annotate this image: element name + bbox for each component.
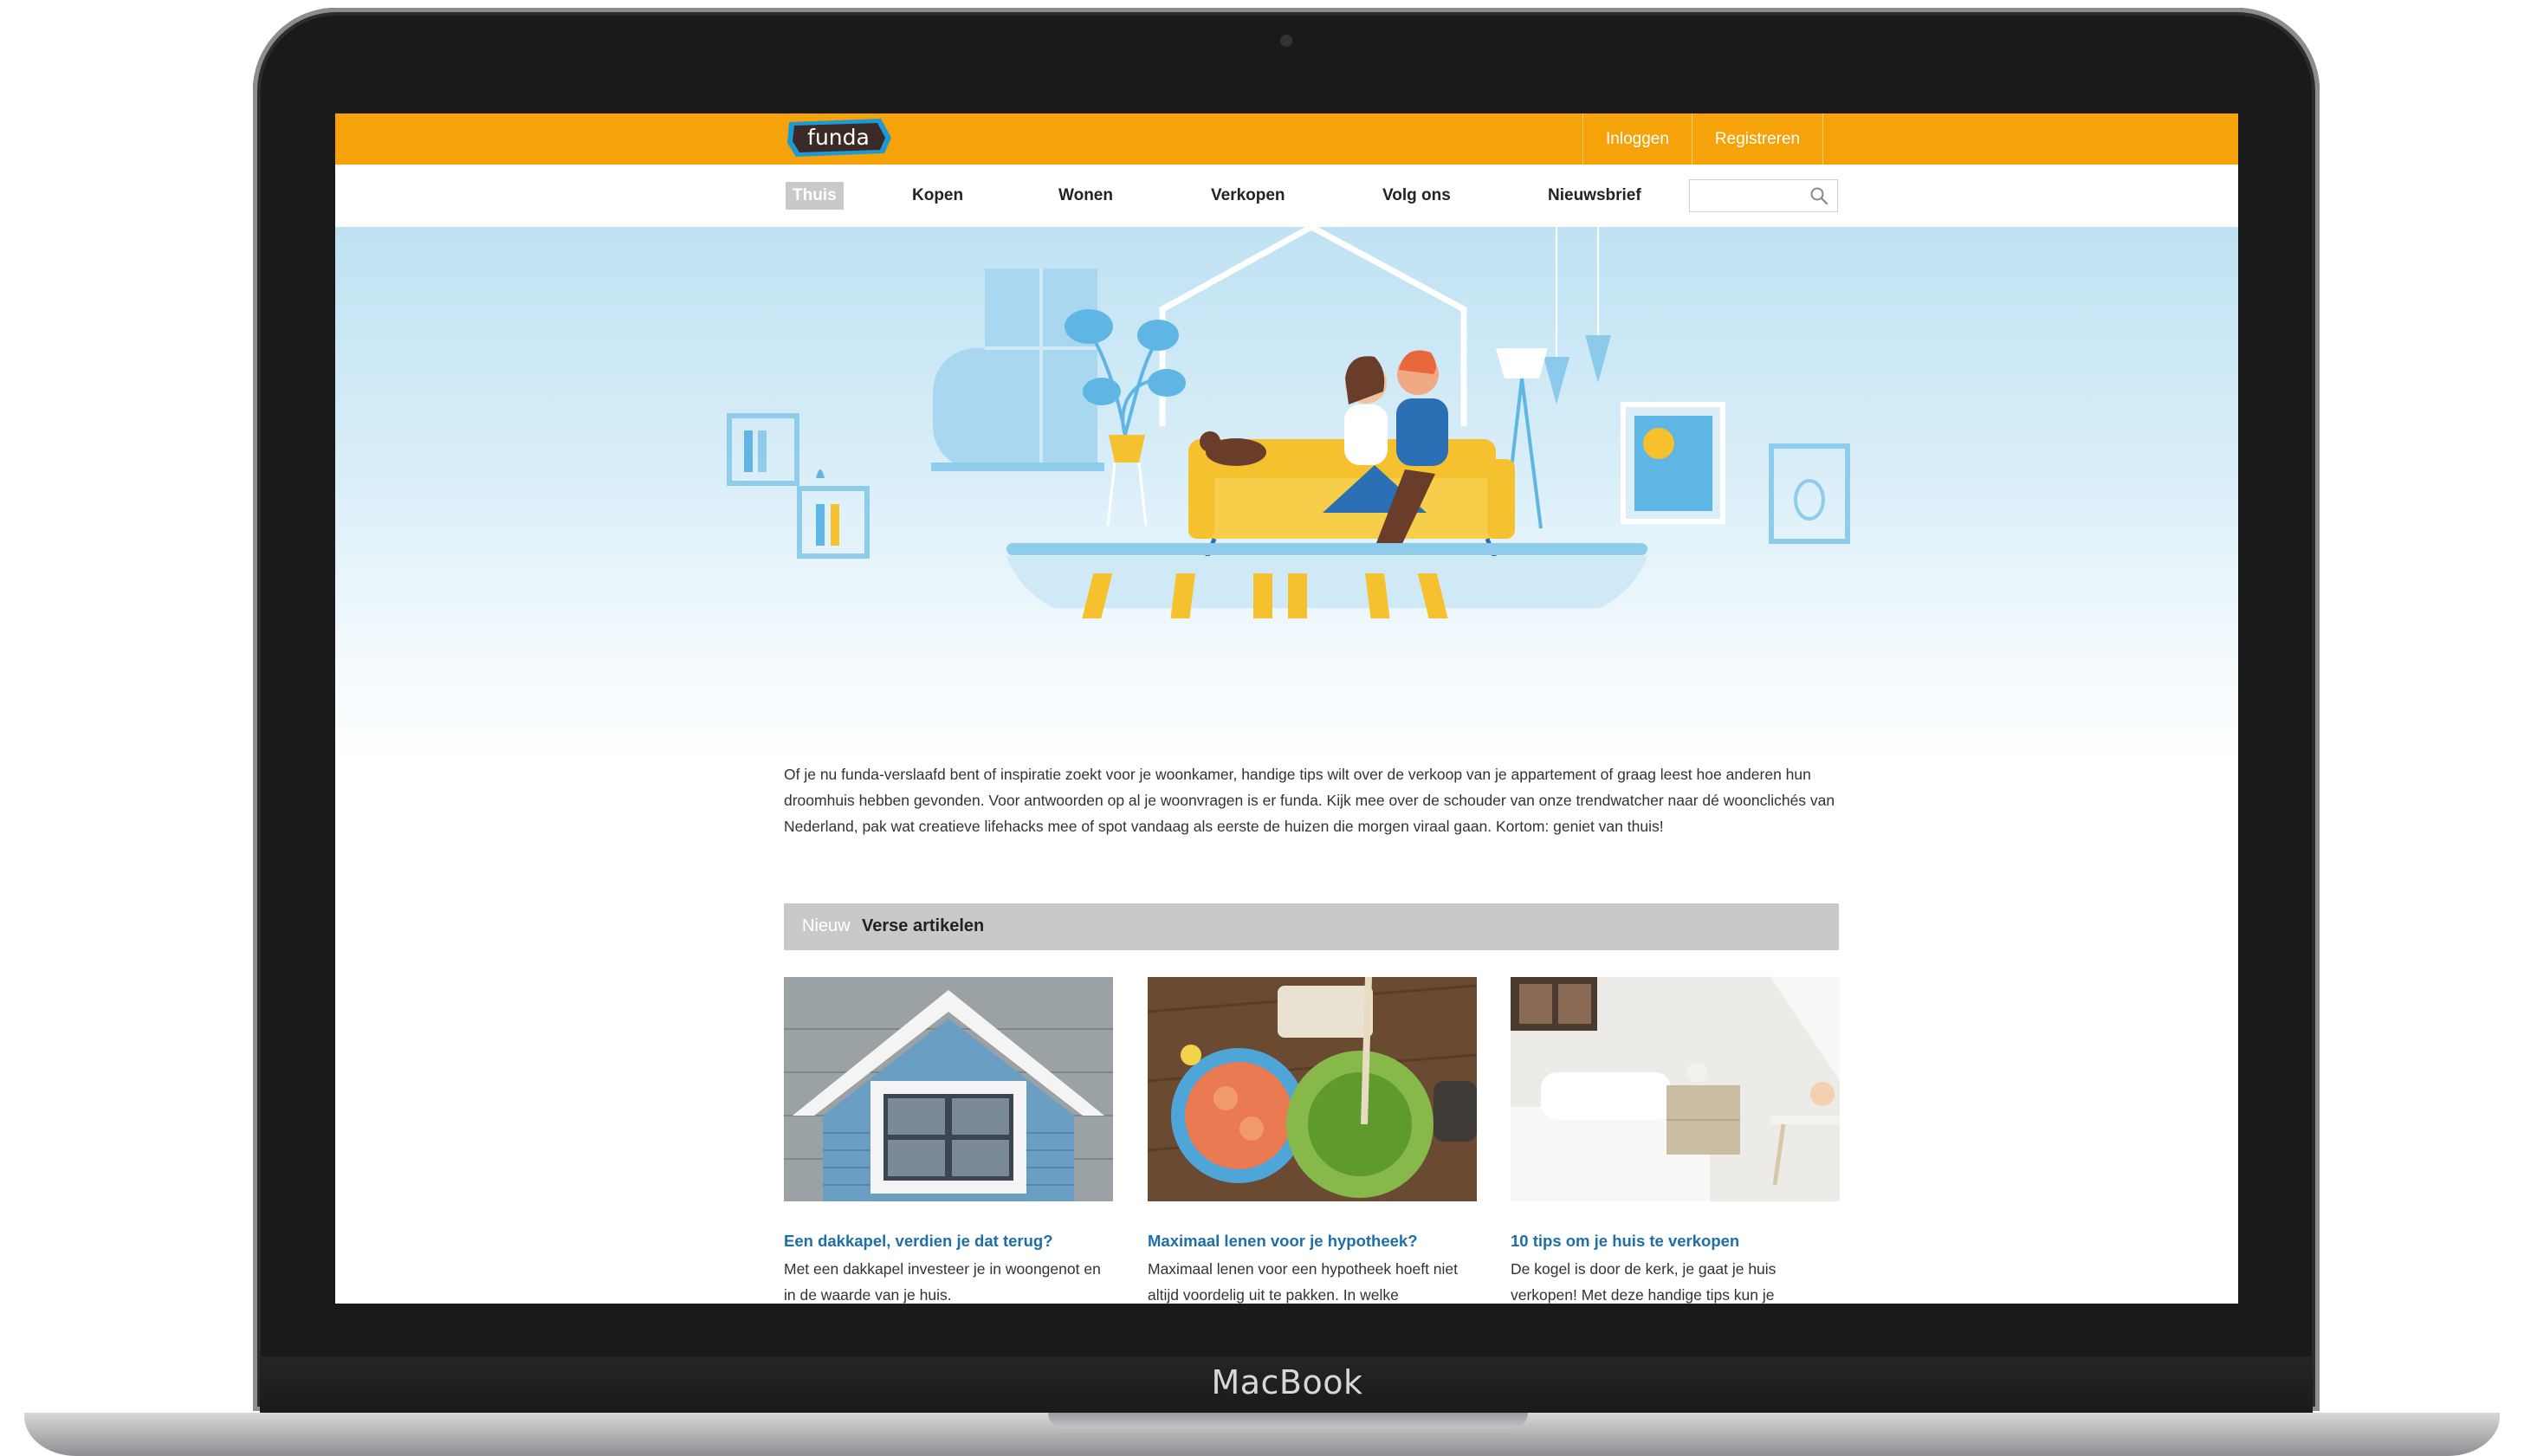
nav-item-verkopen[interactable]: Verkopen <box>1211 182 1285 210</box>
login-link[interactable]: Inloggen <box>1582 113 1692 165</box>
intro-text: Of je nu funda-verslaafd bent of inspira… <box>784 766 1835 835</box>
main-nav: Thuis Kopen Wonen Verkopen Volg ons Nieu… <box>335 165 2238 227</box>
logo-text: funda <box>807 125 870 150</box>
nav-item-thuis[interactable]: Thuis <box>786 182 844 210</box>
nav-item-nieuwsbrief[interactable]: Nieuwsbrief <box>1548 182 1641 210</box>
article-excerpt: Maximaal lenen voor een hypotheek hoeft … <box>1148 1260 1459 1304</box>
laptop-base-notch <box>1048 1413 1528 1428</box>
search-input[interactable] <box>1690 180 1808 210</box>
bedroom-image[interactable] <box>1511 977 1840 1201</box>
article-title[interactable]: Maximaal lenen voor je hypotheek? <box>1148 1232 1477 1251</box>
register-link[interactable]: Registreren <box>1691 113 1824 165</box>
dinner-table-image[interactable] <box>1147 976 1478 1201</box>
camera-icon <box>1280 35 1292 47</box>
section-title: Verse artikelen <box>862 916 985 935</box>
living-room-illustration <box>727 227 1850 618</box>
article-excerpt: Met een dakkapel investeer je in woongen… <box>784 1260 1101 1304</box>
nav-item-kopen[interactable]: Kopen <box>912 182 963 210</box>
article-title[interactable]: Een dakkapel, verdien je dat terug? <box>784 1232 1113 1251</box>
nav-item-wonen[interactable]: Wonen <box>1058 182 1113 210</box>
funda-logo[interactable]: funda <box>784 117 895 159</box>
section-new-tag: Nieuw <box>802 916 851 935</box>
nav-item-volg-ons[interactable]: Volg ons <box>1382 182 1451 210</box>
device-brand-label: MacBook <box>1211 1363 1363 1401</box>
article-card[interactable]: Een dakkapel, verdien je dat terug? Met … <box>784 977 1113 1304</box>
browser-screen: funda Inloggen Registreren Thuis Kopen W… <box>335 113 2238 1304</box>
section-header: Nieuw Verse artikelen <box>784 903 1839 950</box>
top-bar: funda Inloggen Registreren <box>335 113 2238 165</box>
article-card[interactable]: 10 tips om je huis te verkopen De kogel … <box>1511 977 1840 1304</box>
dormer-window-image[interactable] <box>784 977 1113 1201</box>
article-title[interactable]: 10 tips om je huis te verkopen <box>1511 1232 1840 1251</box>
search-box <box>1689 179 1838 212</box>
article-excerpt: De kogel is door de kerk, je gaat je hui… <box>1511 1260 1777 1304</box>
search-icon[interactable] <box>1809 186 1828 205</box>
hero-banner <box>335 227 2238 764</box>
article-card[interactable]: Maximaal lenen voor je hypotheek? Maxima… <box>1147 976 1478 1304</box>
